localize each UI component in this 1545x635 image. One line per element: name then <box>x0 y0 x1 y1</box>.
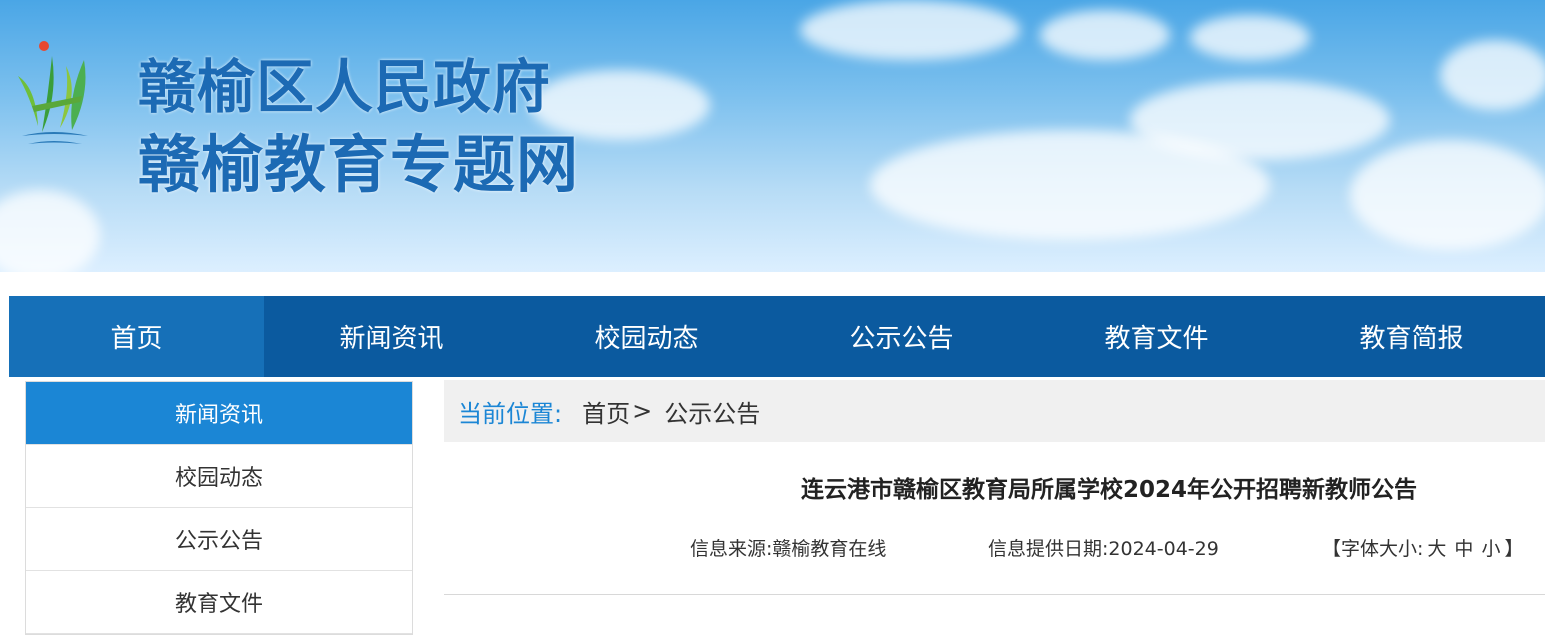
site-title-education: 赣榆教育专题网 <box>138 128 580 201</box>
gov-emblem-logo-icon <box>18 41 88 144</box>
breadcrumb-separator: > <box>632 397 653 425</box>
article-source: 信息来源:赣榆教育在线 <box>690 538 887 560</box>
font-size-large-button[interactable]: 大 <box>1427 538 1446 560</box>
sidebar-item-campus[interactable]: 校园动态 <box>26 445 412 508</box>
divider <box>444 594 1545 595</box>
nav-item-bulletins[interactable]: 教育简报 <box>1284 296 1539 377</box>
cloud-decoration <box>0 190 100 272</box>
cloud-decoration <box>1040 10 1170 60</box>
sidebar-item-notices[interactable]: 公示公告 <box>26 508 412 571</box>
breadcrumb: 当前位置: 首页 > 公示公告 <box>444 380 1545 442</box>
font-size-prefix: 【字体大小: <box>1322 538 1424 560</box>
nav-item-documents[interactable]: 教育文件 <box>1029 296 1284 377</box>
article-title: 连云港市赣榆区教育局所属学校2024年公开招聘新教师公告 <box>800 477 1417 503</box>
sidebar-item-news[interactable]: 新闻资讯 <box>26 382 412 445</box>
breadcrumb-home-link[interactable]: 首页 <box>582 394 630 429</box>
font-size-medium-button[interactable]: 中 <box>1454 538 1473 560</box>
font-size-control: 【字体大小: 大中小】 <box>1322 534 1523 561</box>
header-banner: 赣榆区人民政府 赣榆教育专题网 <box>0 0 1545 272</box>
cloud-decoration <box>870 130 1270 240</box>
cloud-decoration <box>1350 140 1545 250</box>
breadcrumb-current-link[interactable]: 公示公告 <box>664 394 760 429</box>
font-size-suffix: 】 <box>1504 538 1524 560</box>
breadcrumb-label: 当前位置: <box>458 399 563 428</box>
site-title-government: 赣榆区人民政府 <box>138 53 552 121</box>
nav-item-campus[interactable]: 校园动态 <box>519 296 774 377</box>
cloud-decoration <box>800 0 1020 60</box>
article-date: 信息提供日期:2024-04-29 <box>988 538 1219 560</box>
font-size-small-button[interactable]: 小 <box>1481 538 1500 560</box>
cloud-decoration <box>1440 40 1545 110</box>
sidebar: 新闻资讯 校园动态 公示公告 教育文件 <box>25 381 413 635</box>
main-nav: 首页 新闻资讯 校园动态 公示公告 教育文件 教育简报 <box>9 296 1545 377</box>
cloud-decoration <box>1190 15 1310 60</box>
left-margin <box>0 272 9 608</box>
nav-item-home[interactable]: 首页 <box>9 296 264 377</box>
nav-item-news[interactable]: 新闻资讯 <box>264 296 519 377</box>
nav-item-notices[interactable]: 公示公告 <box>774 296 1029 377</box>
sidebar-item-documents[interactable]: 教育文件 <box>26 571 412 634</box>
